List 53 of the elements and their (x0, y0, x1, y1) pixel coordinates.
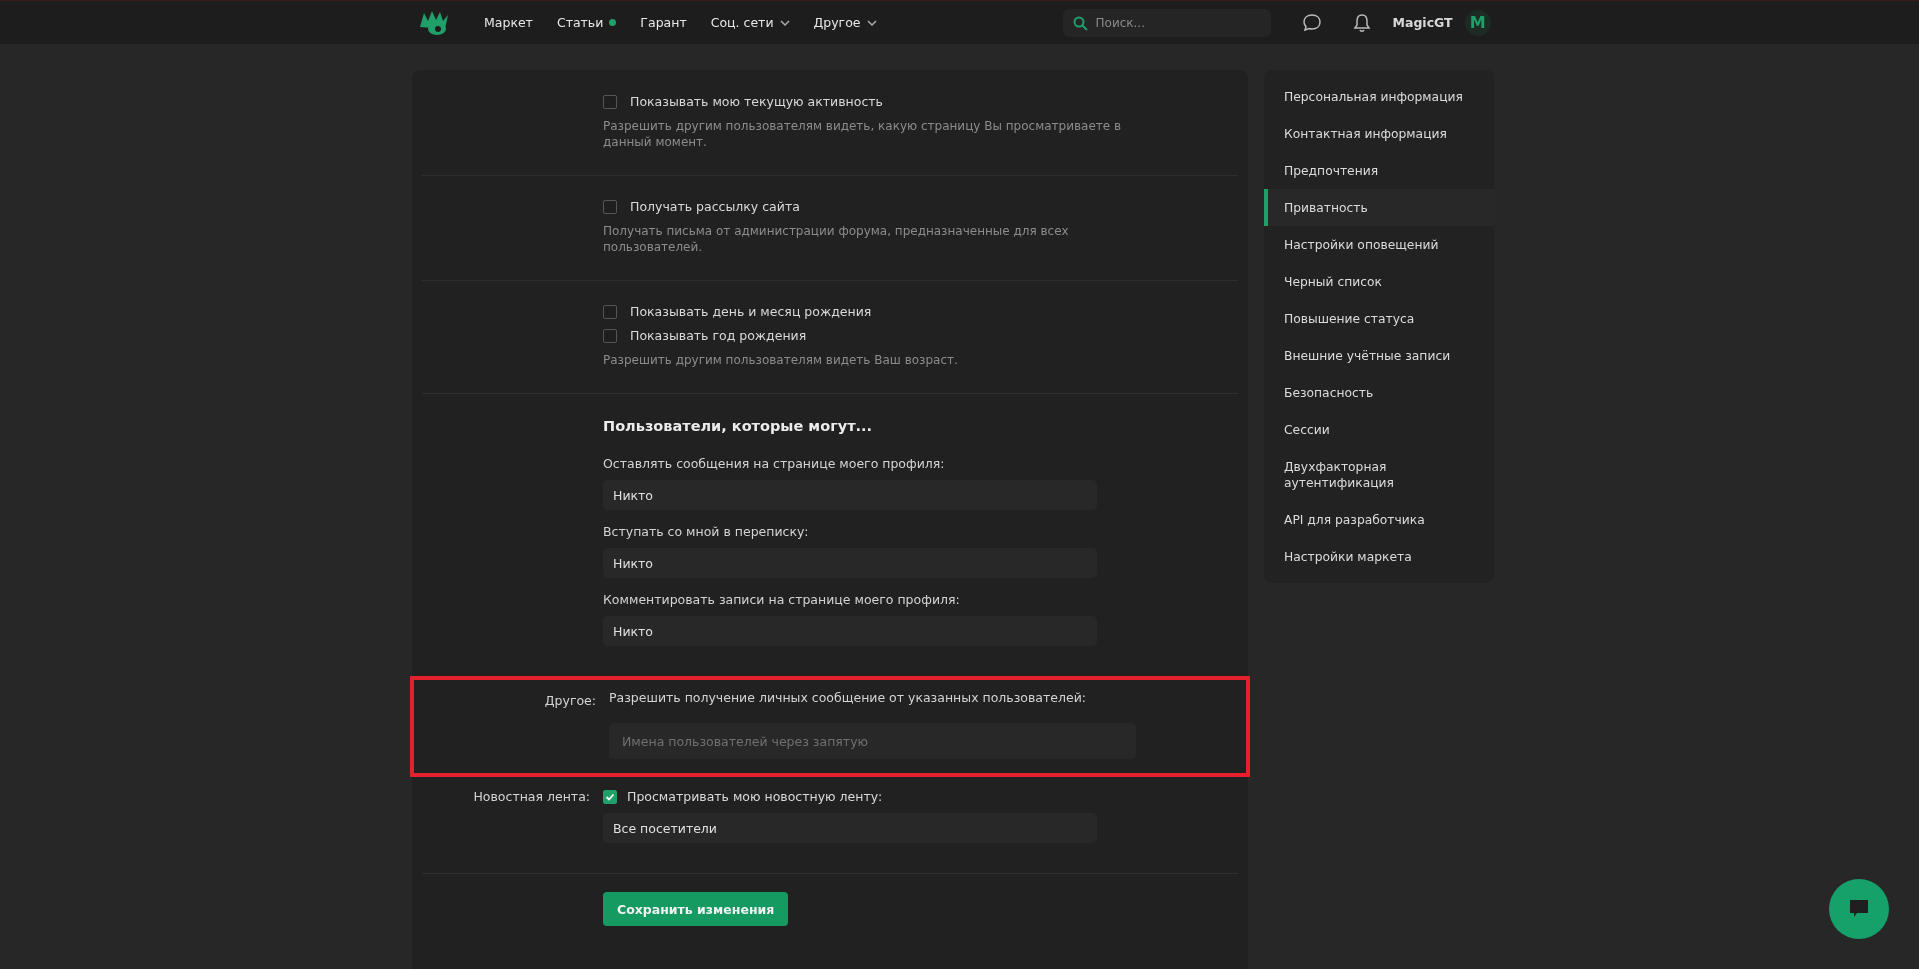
section-title: Пользователи, которые могут... (603, 418, 874, 434)
checkbox[interactable] (603, 789, 617, 804)
sidebar-item[interactable]: Настройки оповещений (1264, 226, 1494, 263)
select-field[interactable]: Никто (603, 548, 1097, 578)
select-field[interactable]: Никто (603, 616, 1097, 646)
sidebar-item[interactable]: Контактная информация (1264, 115, 1494, 152)
sidebar-item[interactable]: Безопасность (1264, 374, 1494, 411)
sidebar-item[interactable]: API для разработчика (1264, 501, 1494, 538)
chat-icon[interactable] (1300, 11, 1323, 34)
field-label: Разрешить получение личных сообщение от указанных пользователей: (609, 690, 1087, 705)
checkbox-label: Просматривать мою новостную ленту: (627, 789, 883, 804)
row-label: Другое: (543, 692, 597, 710)
status-dot (609, 19, 617, 26)
checkbox[interactable] (603, 199, 617, 214)
checkbox[interactable] (603, 328, 617, 343)
checkbox-label: Показывать мою текущую активность (630, 94, 883, 109)
nav-link[interactable]: Соц. сети (698, 15, 802, 30)
sidebar-item[interactable]: Внешние учётные записи (1264, 337, 1494, 374)
checkbox-label: Показывать день и месяц рождения (630, 304, 872, 319)
sidebar-item[interactable]: Двухфакторная аутентификация (1264, 448, 1494, 501)
username-link[interactable]: MagicGT (1386, 14, 1459, 31)
sidebar-item[interactable]: Персональная информация (1264, 78, 1494, 115)
avatar[interactable]: M (1464, 9, 1491, 36)
checkbox-label: Получать рассылку сайта (630, 199, 800, 214)
select-field[interactable]: Все посетители (603, 813, 1097, 843)
chat-button[interactable] (1829, 879, 1889, 939)
search-icon (1072, 15, 1088, 31)
nav-link[interactable]: Гарант (628, 15, 699, 30)
sidebar-item[interactable]: Предпочтения (1264, 152, 1494, 189)
hint-text: Разрешить другим пользователям видеть, какую страницу Вы просматриваете в данный момент. (603, 118, 1123, 150)
field-label: Комментировать записи на странице моего профиля: (603, 592, 961, 607)
hint-text: Получать письма от администрации форума, предназначенные для всех пользователей. (603, 223, 1070, 255)
check-icon (605, 791, 615, 802)
field-label: Вступать со мной в переписку: (603, 524, 810, 539)
nav-link[interactable]: Другое (801, 15, 889, 30)
sidebar-item[interactable]: Сессии (1264, 411, 1494, 448)
checkbox[interactable] (603, 94, 617, 109)
hint-text: Разрешить другим пользователям видеть Ваш возраст. (603, 352, 959, 368)
input-field[interactable]: Имена пользователей через запятую (609, 723, 1136, 759)
sidebar-item[interactable]: Настройки маркета (1264, 538, 1494, 575)
search-field[interactable]: Поиск... (1062, 8, 1271, 37)
checkbox[interactable] (603, 304, 617, 319)
sidebar-item[interactable]: Черный список (1264, 263, 1494, 300)
select-field[interactable]: Никто (603, 480, 1097, 510)
nav-link[interactable]: Маркет (472, 15, 545, 30)
sidebar-item[interactable]: Повышение статуса (1264, 300, 1494, 337)
field-label: Оставлять сообщения на странице моего профиля: (603, 456, 946, 471)
sidebar-item[interactable]: Приватность (1264, 189, 1494, 226)
checkbox-label: Показывать год рождения (630, 328, 807, 343)
caret-icon (779, 19, 790, 26)
caret-icon (866, 19, 877, 26)
row-label: Новостная лента: (472, 789, 591, 806)
nav-link[interactable]: Статьи (544, 15, 629, 30)
